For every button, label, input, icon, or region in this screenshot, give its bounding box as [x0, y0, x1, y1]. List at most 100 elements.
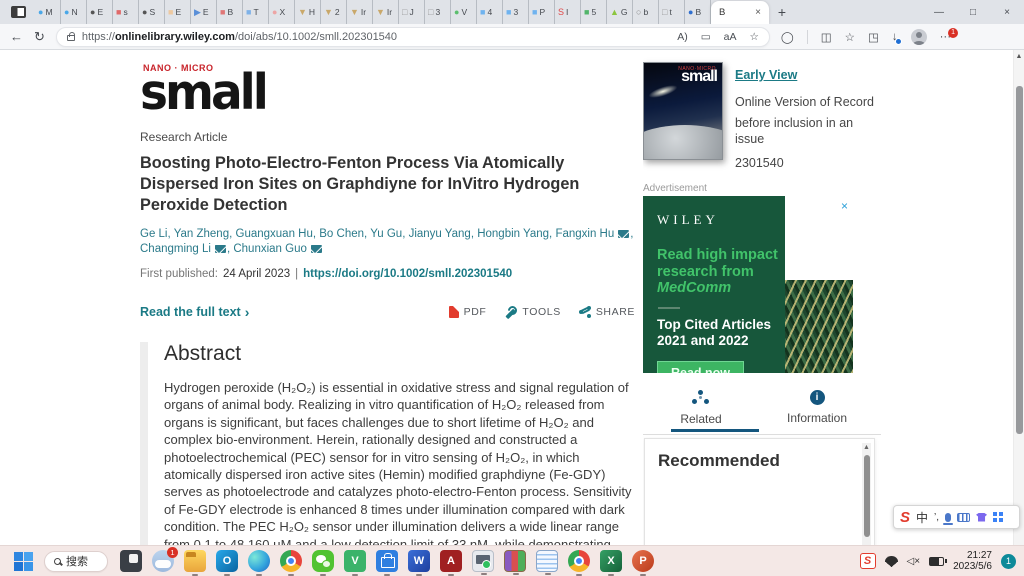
taskbar-app-icon[interactable]: O — [216, 550, 238, 572]
browser-tab[interactable]: ■ P — [529, 0, 555, 24]
author-link[interactable]: Chunxian Guo — [233, 243, 307, 255]
tab-related[interactable]: Related — [643, 390, 759, 426]
taskbar-app-icon[interactable]: W — [408, 550, 430, 572]
author-link[interactable]: Yan Zheng — [174, 228, 229, 240]
browser-tab[interactable]: ● V — [451, 0, 477, 24]
browser-tab[interactable]: □ t — [659, 0, 685, 24]
address-bar[interactable]: https://onlinelibrary.wiley.com/doi/abs/… — [56, 27, 770, 47]
ad-close-icon[interactable]: × — [841, 199, 848, 213]
browser-tab[interactable]: ● N — [61, 0, 87, 24]
ad-read-now-button[interactable]: Read now — [657, 361, 744, 374]
browser-tab[interactable]: □ 3 — [425, 0, 451, 24]
page-scrollbar[interactable]: ▲ — [1013, 50, 1024, 545]
downloads-icon[interactable]: ↓ — [892, 31, 898, 43]
browser-tab[interactable]: ■ B — [217, 0, 243, 24]
taskbar-search[interactable]: 搜索 — [44, 551, 108, 572]
taskbar-app-icon[interactable] — [248, 550, 270, 572]
author-link[interactable]: Fangxin Hu — [555, 228, 614, 240]
author-link[interactable]: Ge Li — [140, 228, 168, 240]
translate-icon[interactable]: aA — [724, 31, 737, 43]
browser-tab[interactable]: ▼ Ir — [373, 0, 399, 24]
notification-count-badge[interactable]: 1 — [1001, 554, 1016, 569]
window-maximize-button[interactable]: □ — [956, 0, 990, 24]
tools-button[interactable]: TOOLS — [504, 306, 560, 319]
scrollbar-thumb[interactable] — [864, 455, 870, 537]
sogou-logo[interactable]: S — [900, 509, 910, 526]
taskbar-app-icon[interactable] — [568, 550, 590, 572]
browser-tab[interactable]: □ J — [399, 0, 425, 24]
taskbar-app-icon[interactable] — [120, 550, 142, 572]
browser-tab[interactable]: ■ E — [165, 0, 191, 24]
author-link[interactable]: Yu Gu — [370, 228, 402, 240]
pdf-button[interactable]: PDF — [449, 306, 487, 318]
extensions-icon[interactable]: ◯ — [781, 30, 794, 44]
more-menu-icon[interactable]: ···1 — [940, 31, 952, 43]
tab-close-icon[interactable]: × — [755, 7, 761, 18]
author-link[interactable]: Bo Chen — [319, 228, 364, 240]
taskbar-app-icon[interactable] — [504, 550, 526, 572]
author-link[interactable]: Jianyu Yang — [409, 228, 471, 240]
battery-icon[interactable] — [929, 557, 944, 566]
refresh-icon[interactable]: ↻ — [34, 30, 45, 43]
taskbar-app-icon[interactable]: A — [440, 550, 462, 572]
browser-tab[interactable]: ● X — [269, 0, 295, 24]
split-screen-icon[interactable]: ◫ — [821, 30, 832, 44]
profile-avatar[interactable] — [911, 29, 927, 45]
back-icon[interactable]: ← — [10, 30, 23, 43]
browser-tab-active[interactable]: B × — [711, 1, 769, 24]
taskbar-app-icon[interactable] — [280, 550, 302, 572]
email-envelope-icon[interactable] — [311, 245, 322, 253]
taskbar-app-icon[interactable]: X — [600, 550, 622, 572]
taskbar-app-icon[interactable] — [472, 550, 494, 572]
browser-tab[interactable]: ■ 3 — [503, 0, 529, 24]
favorites-star-icon[interactable]: ☆ — [749, 31, 758, 43]
taskbar-clock[interactable]: 21:27 2023/5/6 — [953, 550, 992, 573]
browser-tab[interactable]: ▲ G — [607, 0, 633, 24]
browser-tab[interactable]: ● S — [139, 0, 165, 24]
doi-link[interactable]: https://doi.org/10.1002/smll.202301540 — [303, 268, 512, 280]
browser-tab[interactable]: ● E — [87, 0, 113, 24]
journal-cover-image[interactable]: NANO·MICRO small — [643, 62, 723, 160]
new-tab-button[interactable]: + — [769, 0, 795, 24]
browser-tab[interactable]: ● M — [35, 0, 61, 24]
microphone-icon[interactable] — [945, 513, 951, 522]
punctuation-toggle[interactable]: ’, — [934, 512, 939, 523]
wifi-icon[interactable] — [885, 556, 898, 567]
share-button[interactable]: SHARE — [579, 306, 635, 318]
window-close-button[interactable]: × — [990, 0, 1024, 24]
browser-tab[interactable]: ■ 5 — [581, 0, 607, 24]
tab-information[interactable]: i Information — [759, 390, 875, 426]
tab-menu-icon[interactable] — [11, 6, 26, 18]
taskbar-app-icon[interactable] — [184, 550, 206, 572]
author-link[interactable]: Changming Li — [140, 243, 211, 255]
taskbar-app-icon[interactable]: 1 — [152, 550, 174, 572]
language-toggle[interactable]: 中 — [916, 509, 928, 526]
author-link[interactable]: Hongbin Yang — [477, 228, 549, 240]
browser-tab[interactable]: ▶ E — [191, 0, 217, 24]
scroll-up-icon[interactable]: ▲ — [1014, 50, 1024, 63]
skin-icon[interactable] — [976, 513, 987, 522]
window-minimize-button[interactable]: — — [922, 0, 956, 24]
browser-tab[interactable]: ▼ Ir — [347, 0, 373, 24]
browser-tab[interactable]: ▼ 2 — [321, 0, 347, 24]
browser-tab[interactable]: ■ T — [243, 0, 269, 24]
advertisement-banner[interactable]: WILEY Read high impact research from Med… — [643, 196, 853, 373]
taskbar-app-icon[interactable] — [312, 550, 334, 572]
lock-icon[interactable] — [67, 35, 75, 41]
collections-icon[interactable]: ☆ — [845, 30, 855, 44]
scroll-up-icon[interactable]: ▲ — [862, 443, 871, 453]
browser-tab[interactable]: ■ s — [113, 0, 139, 24]
keyboard-icon[interactable] — [957, 513, 970, 522]
journal-logo[interactable]: small — [140, 72, 266, 114]
author-link[interactable]: Guangxuan Hu — [236, 228, 313, 240]
read-aloud-icon[interactable]: A) — [677, 31, 688, 43]
scrollbar-thumb[interactable] — [1016, 86, 1023, 434]
sogou-input-icon[interactable]: S — [860, 553, 876, 569]
taskbar-app-icon[interactable] — [376, 550, 398, 572]
email-envelope-icon[interactable] — [215, 245, 226, 253]
volume-muted-icon[interactable]: ◁× — [907, 556, 921, 567]
browser-tab[interactable]: ▼ H — [295, 0, 321, 24]
browser-tab[interactable]: ● B — [685, 0, 711, 24]
taskbar-app-icon[interactable]: V — [344, 550, 366, 572]
screenshot-icon[interactable]: ▭ — [701, 31, 711, 43]
